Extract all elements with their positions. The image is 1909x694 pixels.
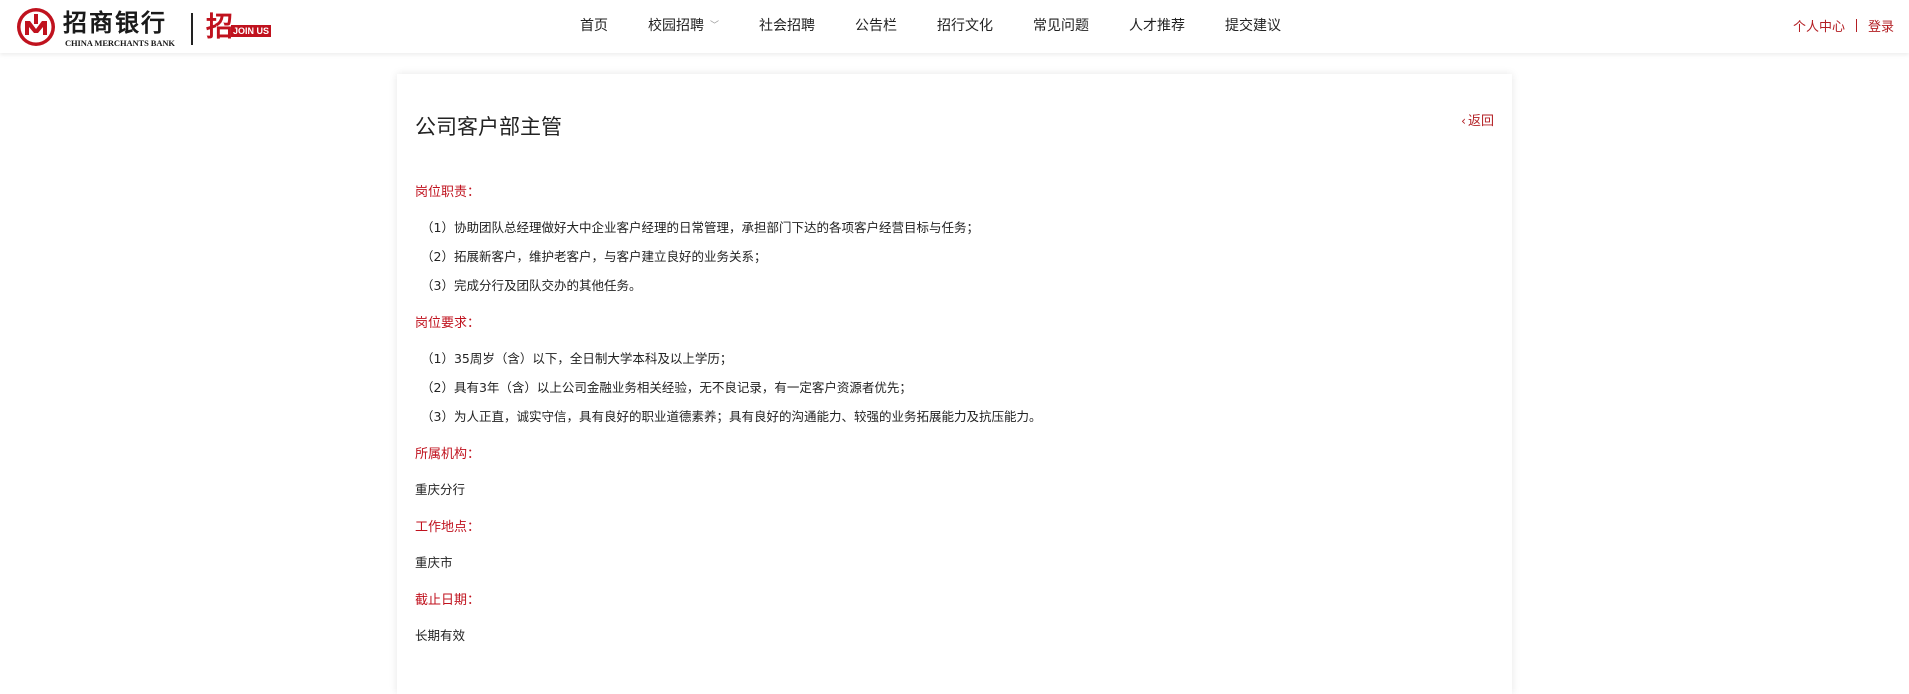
nav-item-label: 常见问题 — [1033, 18, 1090, 34]
nav-item-home[interactable]: 首页 — [580, 14, 608, 38]
requirements-label: 岗位要求： — [415, 316, 481, 331]
user-center-link[interactable]: 个人中心 — [1793, 16, 1845, 35]
main-nav: 首页 校园招聘 ﹀ 社会招聘 公告栏 招行文化 常见问题 人才推荐 提交建议 — [580, 14, 1281, 38]
requirement-item: （3）为人正直，诚实守信，具有良好的职业道德素养；具有良好的沟通能力、较强的业务… — [421, 409, 1042, 424]
nav-item-label: 招行文化 — [937, 18, 994, 34]
duties-label: 岗位职责： — [415, 185, 481, 200]
org-value: 重庆分行 — [415, 482, 466, 497]
chevron-left-icon: ‹ — [1461, 114, 1466, 128]
duty-item: （1）协助团队总经理做好大中企业客户经理的日常管理，承担部门下达的各项客户经营目… — [421, 220, 979, 235]
nav-item-label: 人才推荐 — [1129, 18, 1186, 34]
login-link[interactable]: 登录 — [1868, 16, 1894, 35]
nav-item-label: 校园招聘 — [648, 18, 704, 34]
nav-item-faq[interactable]: 常见问题 — [1033, 14, 1089, 38]
org-label: 所属机构： — [415, 447, 481, 462]
user-links-divider — [1855, 19, 1857, 32]
nav-item-label: 提交建议 — [1225, 18, 1282, 34]
location-label: 工作地点： — [415, 520, 481, 535]
nav-item-label: 公告栏 — [855, 18, 898, 34]
nav-item-social[interactable]: 社会招聘 — [759, 14, 815, 38]
nav-item-label: 社会招聘 — [759, 18, 816, 34]
nav-item-referral[interactable]: 人才推荐 — [1129, 14, 1185, 38]
nav-item-notice[interactable]: 公告栏 — [855, 14, 897, 38]
duty-item: （3）完成分行及团队交办的其他任务。 — [421, 278, 642, 293]
nav-item-culture[interactable]: 招行文化 — [937, 14, 993, 38]
join-char: 招 — [206, 12, 233, 43]
job-title: 公司客户部主管 — [415, 115, 562, 139]
duty-item: （2）拓展新客户，维护老客户，与客户建立良好的业务关系； — [421, 249, 767, 264]
requirement-item: （2）具有3年（含）以上公司金融业务相关经验，无不良记录，有一定客户资源者优先； — [421, 380, 912, 395]
location-value: 重庆市 — [415, 555, 453, 570]
join-badge: JOIN US — [231, 25, 272, 37]
nav-item-campus[interactable]: 校园招聘 ﹀ — [648, 14, 719, 38]
logo-en-text: CHINA MERCHANTS BANK — [65, 38, 175, 48]
cmb-logo[interactable]: 招商银行 CHINA MERCHANTS BANK 招 JOIN US — [16, 7, 272, 48]
nav-item-suggestion[interactable]: 提交建议 — [1225, 14, 1281, 38]
chevron-down-icon: ﹀ — [710, 21, 720, 31]
nav-item-label: 首页 — [580, 18, 608, 34]
back-label: 返回 — [1467, 114, 1494, 129]
requirement-item: （1）35周岁（含）以下，全日制大学本科及以上学历； — [421, 351, 733, 366]
deadline-label: 截止日期： — [415, 593, 481, 608]
back-button[interactable]: ‹ 返回 — [1461, 110, 1494, 129]
deadline-value: 长期有效 — [415, 628, 466, 643]
cmb-emblem-icon — [17, 8, 55, 46]
logo-divider — [191, 13, 193, 45]
top-header: 招商银行 CHINA MERCHANTS BANK 招 JOIN US 首页 校… — [0, 0, 1909, 53]
join-us-logo: 招 JOIN US — [206, 12, 272, 43]
user-links: 个人中心 登录 — [1793, 16, 1894, 35]
logo-cn-text: 招商银行 — [63, 8, 167, 37]
job-detail-card: 公司客户部主管 ‹ 返回 岗位职责： （1）协助团队总经理做好大中企业客户经理的日… — [397, 74, 1512, 694]
